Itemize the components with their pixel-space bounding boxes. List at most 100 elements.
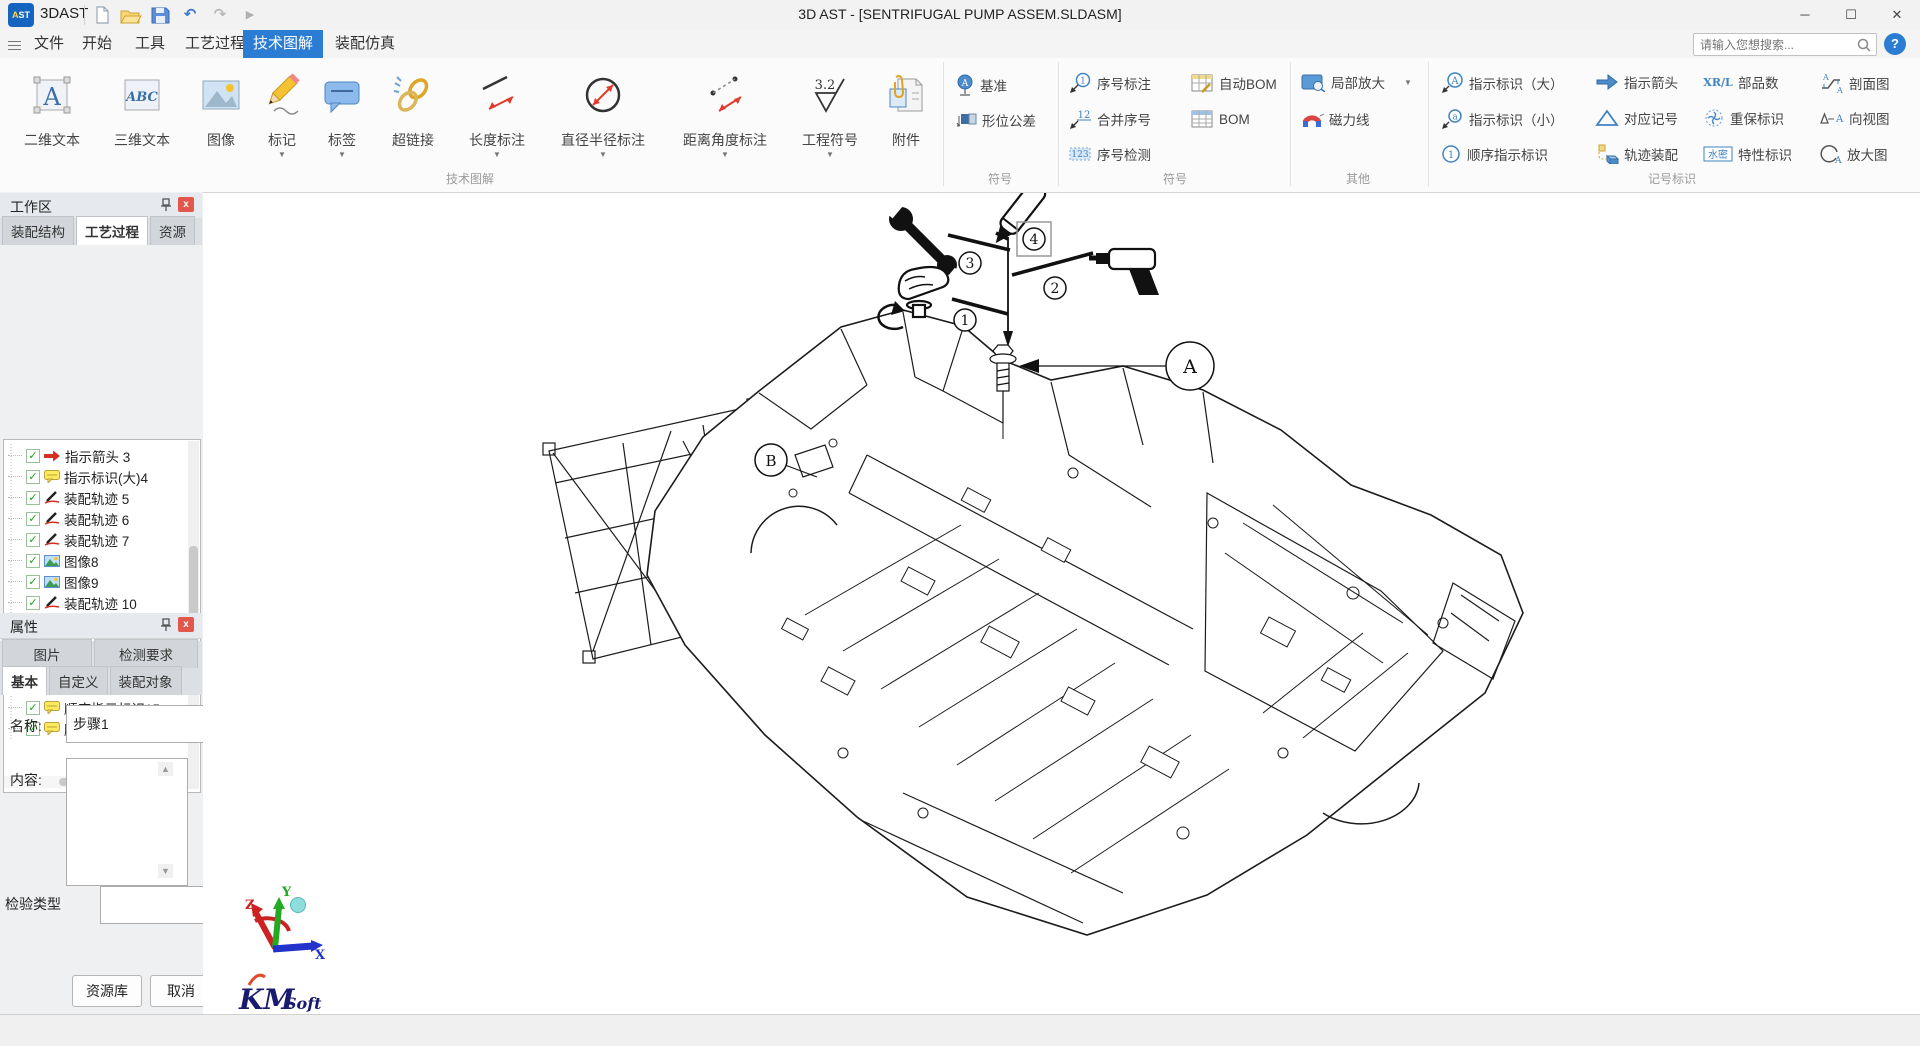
ribbon-button-datum[interactable]: A 基准	[955, 74, 1007, 96]
ribbon-button-length-dim[interactable]: 长度标注 ▼	[469, 62, 525, 159]
tree-item[interactable]: ✓装配轨迹 7	[8, 529, 129, 550]
ribbon-button-hyperlink[interactable]: 超链接	[391, 62, 435, 150]
maximize-button[interactable]: ☐	[1828, 0, 1874, 30]
model-wireframe[interactable]	[543, 310, 1523, 935]
ribbon-button-direction-view[interactable]: A 向视图	[1818, 108, 1890, 128]
name-input[interactable]: 步骤1	[66, 705, 206, 743]
search-box[interactable]	[1693, 33, 1877, 56]
ribbon-button-gdt[interactable]: 形位公差	[955, 110, 1036, 130]
dropdown-arrow-icon[interactable]: ▼	[1404, 79, 1412, 87]
workspace-panel-title: 工作区	[10, 197, 52, 217]
tab-custom[interactable]: 自定义	[49, 666, 108, 695]
dropdown-arrow-icon[interactable]: ▼	[260, 151, 304, 159]
checkbox-checked-icon[interactable]: ✓	[26, 491, 40, 505]
ribbon-button-label[interactable]: 标签 ▼	[320, 62, 364, 159]
close-button[interactable]: ✕	[1874, 0, 1920, 30]
tree-item[interactable]: ✓装配轨迹 10	[8, 592, 137, 613]
quick-access-more-button[interactable]: ▶	[238, 4, 262, 26]
search-icon[interactable]	[1856, 37, 1872, 53]
help-button[interactable]: ?	[1884, 33, 1906, 55]
ribbon-button-distance-angle-dim[interactable]: 距离角度标注 ▼	[683, 62, 767, 159]
ribbon-button-balloon-dim[interactable]: 1 序号标注	[1068, 72, 1151, 94]
scroll-down-icon[interactable]: ▼	[158, 864, 173, 878]
pin-icon[interactable]	[160, 618, 172, 632]
checkbox-checked-icon[interactable]: ✓	[26, 701, 40, 715]
ribbon-button-characteristic-mark[interactable]: 水密 特性标识	[1703, 144, 1792, 164]
workspace-tabs: 装配结构 工艺过程 资源	[0, 218, 202, 245]
svg-text:Z: Z	[245, 898, 255, 913]
ribbon-button-section-view[interactable]: AA 剖面图	[1818, 72, 1890, 94]
save-button[interactable]	[148, 4, 172, 26]
drawing-canvas[interactable]: 3 4 2 1 A B Z Y X KM Sof	[203, 192, 1920, 1015]
checkbox-checked-icon[interactable]: ✓	[26, 575, 40, 589]
ribbon-button-critical-mark[interactable]: 重保标识	[1703, 108, 1784, 128]
tree-item[interactable]: ✓装配轨迹 5	[8, 487, 129, 508]
ribbon-button-detail-view[interactable]: A 放大图	[1818, 144, 1888, 164]
checkbox-checked-icon[interactable]: ✓	[26, 449, 40, 463]
tree-item[interactable]: ✓装配轨迹 6	[8, 508, 129, 529]
svg-text:3: 3	[966, 256, 975, 272]
3d-text-icon: ABC	[120, 73, 164, 117]
new-file-button[interactable]	[90, 4, 114, 26]
checkbox-checked-icon[interactable]: ✓	[26, 596, 40, 610]
resource-library-button[interactable]: 资源库	[72, 975, 142, 1007]
tab-assembly-sim[interactable]: 装配仿真	[325, 30, 405, 58]
dropdown-arrow-icon[interactable]: ▼	[802, 151, 858, 159]
checkbox-checked-icon[interactable]: ✓	[26, 554, 40, 568]
ribbon-button-balloon-check[interactable]: 123 序号检测	[1068, 144, 1151, 164]
checkbox-checked-icon[interactable]: ✓	[26, 512, 40, 526]
scroll-up-icon[interactable]: ▲	[158, 762, 173, 776]
tree-item[interactable]: ✓指示箭头 3	[8, 445, 130, 466]
ribbon-button-indicator-small[interactable]: a 指示标识（小）	[1440, 108, 1564, 130]
close-icon[interactable]: x	[178, 197, 194, 212]
tab-process-flow[interactable]: 工艺过程	[76, 216, 148, 245]
dropdown-arrow-icon[interactable]: ▼	[469, 151, 525, 159]
ribbon-button-part-count[interactable]: XR/L 部品数	[1703, 72, 1779, 92]
ribbon-button-2d-text[interactable]: A 二维文本	[24, 62, 80, 150]
search-input[interactable]	[1694, 34, 1858, 55]
ribbon-button-auto-bom[interactable]: 自动BOM	[1190, 72, 1277, 94]
ribbon-button-indicator-arrow[interactable]: 指示箭头	[1595, 72, 1678, 92]
ribbon-button-eng-symbol[interactable]: 3.2 工程符号 ▼	[802, 62, 858, 159]
ribbon-button-diameter-dim[interactable]: 直径半径标注 ▼	[561, 62, 645, 159]
redo-button[interactable]: ↷	[208, 4, 232, 26]
tab-file[interactable]: 文件	[24, 30, 74, 58]
dropdown-arrow-icon[interactable]: ▼	[683, 151, 767, 159]
tab-resources[interactable]: 资源	[150, 216, 195, 245]
tree-item[interactable]: ✓图像8	[8, 550, 99, 571]
tab-tech-illustration[interactable]: 技术图解	[243, 30, 323, 58]
menu-icon[interactable]	[8, 38, 21, 49]
minimize-button[interactable]: ─	[1782, 0, 1828, 30]
check-type-input[interactable]	[100, 886, 211, 924]
tab-picture[interactable]: 图片	[2, 639, 92, 668]
tree-item[interactable]: ✓指示标识(大)4	[8, 466, 148, 487]
ribbon-button-detail-zoom[interactable]: 局部放大 ▼	[1300, 72, 1412, 92]
ribbon-button-match-mark[interactable]: 对应记号	[1595, 108, 1678, 128]
ribbon-button-3d-text[interactable]: ABC 三维文本	[114, 62, 170, 150]
dropdown-arrow-icon[interactable]: ▼	[320, 151, 364, 159]
ribbon-button-trajectory-assembly[interactable]: 轨迹装配	[1595, 144, 1678, 164]
tree-item[interactable]: ✓图像9	[8, 571, 99, 592]
ribbon-button-bom[interactable]: BOM	[1190, 108, 1250, 130]
undo-button[interactable]: ↶	[178, 4, 202, 26]
pin-icon[interactable]	[160, 198, 172, 212]
close-icon[interactable]: x	[178, 617, 194, 632]
ribbon-button-sequence-indicator[interactable]: 1 顺序指示标识	[1440, 144, 1548, 164]
impact-wrench-icon[interactable]	[1089, 249, 1159, 295]
checkbox-checked-icon[interactable]: ✓	[26, 533, 40, 547]
tab-tools[interactable]: 工具	[125, 30, 175, 58]
tab-basic[interactable]: 基本	[2, 666, 47, 695]
ribbon-button-mark[interactable]: 标记 ▼	[260, 62, 304, 159]
checkbox-checked-icon[interactable]: ✓	[26, 470, 40, 484]
tab-assembly-object[interactable]: 装配对象	[110, 666, 182, 695]
ribbon-button-image[interactable]: 图像	[199, 62, 243, 150]
tab-home[interactable]: 开始	[72, 30, 122, 58]
ribbon-button-attachment[interactable]: 附件	[884, 62, 928, 150]
dropdown-arrow-icon[interactable]: ▼	[561, 151, 645, 159]
ribbon-button-merge-balloon[interactable]: 12 合并序号	[1068, 108, 1151, 130]
tab-assembly-structure[interactable]: 装配结构	[2, 216, 74, 245]
ribbon-button-magnetic-line[interactable]: 磁力线	[1300, 108, 1370, 130]
open-file-button[interactable]	[118, 4, 142, 26]
tab-inspection-req[interactable]: 检测要求	[94, 639, 198, 668]
ribbon-button-indicator-large[interactable]: A 指示标识（大）	[1440, 72, 1564, 94]
